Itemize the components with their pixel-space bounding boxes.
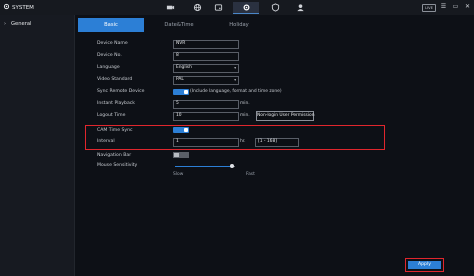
video-standard-value: PAL xyxy=(176,77,184,82)
language-label: Language xyxy=(97,65,120,70)
non-login-permission-button[interactable]: Non-login User Permission xyxy=(256,111,315,121)
mouse-sensitivity-knob[interactable] xyxy=(230,164,234,168)
minimize-icon[interactable]: ▭ xyxy=(452,3,459,11)
system-title-text: SYSTEM xyxy=(12,4,34,11)
camera-nav-icon[interactable] xyxy=(157,2,183,13)
instant-playback-label: Instant Playback xyxy=(97,101,135,106)
device-no-label: Device No. xyxy=(97,53,122,58)
sidebar-item-label: General xyxy=(11,21,32,27)
tab-basic[interactable]: Basic xyxy=(78,18,144,32)
top-bar: SYSTEM LIVE ☰ ▭ ✕ xyxy=(0,0,474,16)
system-gear-icon xyxy=(3,3,10,12)
language-value: English xyxy=(176,65,192,70)
chevron-right-icon: › xyxy=(4,21,6,27)
sidebar-item-general[interactable]: › General xyxy=(0,17,74,31)
device-no-input[interactable]: 8 xyxy=(173,52,239,61)
logout-time-label: Logout Time xyxy=(97,113,126,118)
security-shield-nav-icon[interactable] xyxy=(262,2,288,13)
sync-remote-toggle[interactable] xyxy=(173,89,189,95)
language-select[interactable]: English ▾ xyxy=(173,64,239,73)
instant-playback-unit: min. xyxy=(240,101,250,106)
system-title: SYSTEM xyxy=(3,3,34,12)
sync-remote-label: Sync Remote Device xyxy=(97,89,145,94)
logout-time-input[interactable]: 10 xyxy=(173,112,239,121)
system-nav-icon[interactable] xyxy=(233,2,259,14)
mouse-sensitivity-label: Mouse Sensitivity xyxy=(97,163,138,168)
navigation-bar-checkbox[interactable] xyxy=(173,152,189,158)
storage-nav-icon[interactable] xyxy=(205,2,231,13)
logout-time-unit: min. xyxy=(240,113,250,118)
device-name-input[interactable]: NVR xyxy=(173,40,239,49)
instant-playback-input[interactable]: 5 xyxy=(173,100,239,109)
tab-holiday[interactable]: Holiday xyxy=(206,18,272,32)
sync-remote-hint: (Include language, format and time zone) xyxy=(190,89,282,94)
chevron-down-icon: ▾ xyxy=(234,78,236,82)
device-name-label: Device Name xyxy=(97,41,128,46)
video-standard-label: Video Standard xyxy=(97,77,133,82)
tab-date-time[interactable]: Date&Time xyxy=(146,18,212,32)
close-icon[interactable]: ✕ xyxy=(464,3,471,11)
chevron-down-icon: ▾ xyxy=(234,66,236,70)
sidebar: › General xyxy=(0,15,75,276)
cam-time-sync-highlight xyxy=(85,125,385,150)
navigation-bar-label: Navigation Bar xyxy=(97,153,132,158)
live-button[interactable]: LIVE xyxy=(422,4,436,12)
account-nav-icon[interactable] xyxy=(287,2,313,13)
fast-label: Fast xyxy=(246,172,255,177)
mouse-sensitivity-fill xyxy=(175,166,232,167)
video-standard-select[interactable]: PAL ▾ xyxy=(173,76,239,85)
slow-label: Slow xyxy=(173,172,184,177)
menu-icon[interactable]: ☰ xyxy=(440,3,447,11)
apply-button[interactable]: Apply xyxy=(408,261,441,269)
